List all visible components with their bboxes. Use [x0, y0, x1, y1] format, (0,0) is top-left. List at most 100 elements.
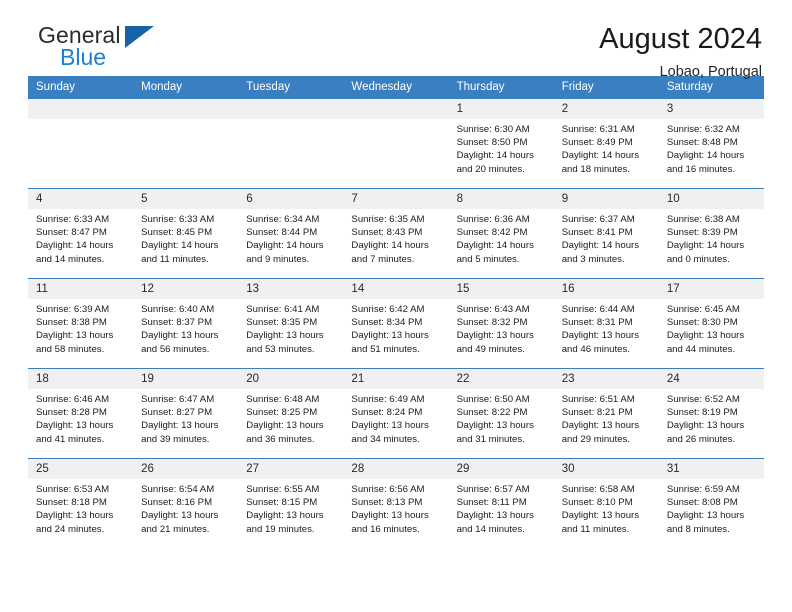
- calendar-week-row: 11 Sunrise: 6:39 AM Sunset: 8:38 PM Dayligh…: [28, 278, 764, 369]
- calendar-day-cell[interactable]: 28 Sunrise: 6:56 AM Sunset: 8:13 PM Dayligh…: [343, 458, 449, 548]
- day-cell: 29 Sunrise: 6:57 AM Sunset: 8:11 PM Dayligh…: [448, 459, 554, 548]
- sunset-time: Sunset: 8:47 PM: [36, 227, 107, 239]
- sunrise-time: Sunrise: 6:40 AM: [141, 304, 215, 315]
- day-number: 27: [238, 459, 344, 479]
- day-cell: 27 Sunrise: 6:55 AM Sunset: 8:15 PM Dayligh…: [238, 459, 344, 548]
- calendar-day-cell[interactable]: 14 Sunrise: 6:42 AM Sunset: 8:34 PM Dayligh…: [343, 278, 449, 369]
- day-number: 31: [658, 459, 764, 479]
- day-cell: 24 Sunrise: 6:52 AM Sunset: 8:19 PM Dayligh…: [658, 369, 764, 458]
- day-cell: 8 Sunrise: 6:36 AM Sunset: 8:42 PM Daylight…: [448, 189, 554, 278]
- calendar-day-cell[interactable]: 13 Sunrise: 6:41 AM Sunset: 8:35 PM Dayligh…: [238, 278, 344, 369]
- sunrise-time: Sunrise: 6:46 AM: [36, 394, 110, 405]
- day-number: [238, 99, 344, 119]
- daylight-duration-line-1: Daylight: 13 hours: [246, 420, 324, 432]
- daylight-duration-line-1: Daylight: 14 hours: [351, 240, 429, 252]
- calendar-day-cell[interactable]: 22 Sunrise: 6:50 AM Sunset: 8:22 PM Dayligh…: [448, 368, 554, 459]
- page-title: August 2024: [599, 23, 762, 55]
- day-details: Sunrise: 6:32 AM Sunset: 8:48 PM Daylight:…: [659, 119, 764, 176]
- sunset-time: Sunset: 8:49 PM: [561, 137, 633, 149]
- day-number: 3: [658, 99, 764, 119]
- daylight-duration-line-2: and 5 minutes.: [456, 253, 520, 265]
- calendar-day-cell[interactable]: [133, 99, 239, 189]
- sunrise-time: Sunrise: 6:31 AM: [561, 124, 635, 135]
- day-cell: 28 Sunrise: 6:56 AM Sunset: 8:13 PM Dayligh…: [343, 459, 449, 548]
- sunrise-time: Sunrise: 6:44 AM: [561, 304, 635, 315]
- calendar-day-cell[interactable]: 17 Sunrise: 6:45 AM Sunset: 8:30 PM Dayligh…: [658, 278, 764, 369]
- weekday-header-wednesday: Wednesday: [343, 76, 449, 99]
- day-details: Sunrise: 6:54 AM Sunset: 8:16 PM Daylight:…: [133, 479, 238, 536]
- calendar-day-cell[interactable]: 8 Sunrise: 6:36 AM Sunset: 8:42 PM Daylight…: [448, 188, 554, 279]
- calendar-day-cell[interactable]: [238, 99, 344, 189]
- sunset-time: Sunset: 8:18 PM: [36, 497, 107, 509]
- calendar-day-cell[interactable]: 24 Sunrise: 6:52 AM Sunset: 8:19 PM Dayligh…: [658, 368, 764, 459]
- daylight-duration-line-1: Daylight: 13 hours: [246, 330, 324, 342]
- sunrise-time: Sunrise: 6:47 AM: [141, 394, 215, 405]
- sunrise-time: Sunrise: 6:51 AM: [561, 394, 635, 405]
- day-details: Sunrise: 6:31 AM Sunset: 8:49 PM Daylight:…: [554, 119, 659, 176]
- calendar-day-cell[interactable]: [28, 99, 134, 189]
- day-number: 23: [553, 369, 659, 389]
- calendar-day-cell[interactable]: 21 Sunrise: 6:49 AM Sunset: 8:24 PM Dayligh…: [343, 368, 449, 459]
- calendar-day-cell[interactable]: 1 Sunrise: 6:30 AM Sunset: 8:50 PM Daylight…: [448, 99, 554, 189]
- day-details: Sunrise: 6:50 AM Sunset: 8:22 PM Daylight:…: [449, 389, 554, 446]
- calendar-day-cell[interactable]: 30 Sunrise: 6:58 AM Sunset: 8:10 PM Dayligh…: [553, 458, 659, 548]
- daylight-duration-line-2: and 41 minutes.: [36, 433, 105, 445]
- calendar-day-cell[interactable]: 18 Sunrise: 6:46 AM Sunset: 8:28 PM Dayligh…: [28, 368, 134, 459]
- sunrise-time: Sunrise: 6:43 AM: [456, 304, 530, 315]
- calendar-day-cell[interactable]: 4 Sunrise: 6:33 AM Sunset: 8:47 PM Daylight…: [28, 188, 134, 279]
- calendar-day-cell[interactable]: 23 Sunrise: 6:51 AM Sunset: 8:21 PM Dayligh…: [553, 368, 659, 459]
- day-cell-empty: [28, 99, 134, 188]
- calendar-day-cell[interactable]: 10 Sunrise: 6:38 AM Sunset: 8:39 PM Dayligh…: [658, 188, 764, 279]
- calendar-day-cell[interactable]: 7 Sunrise: 6:35 AM Sunset: 8:43 PM Daylight…: [343, 188, 449, 279]
- day-number: 8: [448, 189, 554, 209]
- daylight-duration-line-2: and 3 minutes.: [561, 253, 625, 265]
- day-cell: 19 Sunrise: 6:47 AM Sunset: 8:27 PM Dayligh…: [133, 369, 239, 458]
- calendar-day-cell[interactable]: 16 Sunrise: 6:44 AM Sunset: 8:31 PM Dayligh…: [553, 278, 659, 369]
- calendar-day-cell[interactable]: 5 Sunrise: 6:33 AM Sunset: 8:45 PM Daylight…: [133, 188, 239, 279]
- day-number: 1: [448, 99, 554, 119]
- calendar-day-cell[interactable]: [343, 99, 449, 189]
- day-number: 28: [343, 459, 449, 479]
- day-cell: 11 Sunrise: 6:39 AM Sunset: 8:38 PM Dayligh…: [28, 279, 134, 368]
- daylight-duration-line-1: Daylight: 14 hours: [141, 240, 219, 252]
- daylight-duration-line-1: Daylight: 14 hours: [456, 150, 534, 162]
- sunset-time: Sunset: 8:48 PM: [666, 137, 738, 149]
- sunrise-time: Sunrise: 6:54 AM: [141, 484, 215, 495]
- sunrise-time: Sunrise: 6:59 AM: [666, 484, 740, 495]
- daylight-duration-line-1: Daylight: 13 hours: [456, 510, 534, 522]
- day-details: [343, 119, 448, 123]
- calendar-day-cell[interactable]: 31 Sunrise: 6:59 AM Sunset: 8:08 PM Dayligh…: [658, 458, 764, 548]
- sunrise-time: Sunrise: 6:33 AM: [36, 214, 110, 225]
- sunset-time: Sunset: 8:34 PM: [351, 317, 423, 329]
- calendar-day-cell[interactable]: 11 Sunrise: 6:39 AM Sunset: 8:38 PM Dayligh…: [28, 278, 134, 369]
- general-blue-logo[interactable]: General Blue: [28, 22, 178, 74]
- calendar-day-cell[interactable]: 27 Sunrise: 6:55 AM Sunset: 8:15 PM Dayligh…: [238, 458, 344, 548]
- day-details: Sunrise: 6:47 AM Sunset: 8:27 PM Daylight:…: [133, 389, 238, 446]
- day-cell-empty: [343, 99, 449, 188]
- calendar-day-cell[interactable]: 6 Sunrise: 6:34 AM Sunset: 8:44 PM Daylight…: [238, 188, 344, 279]
- calendar-day-cell[interactable]: 12 Sunrise: 6:40 AM Sunset: 8:37 PM Dayligh…: [133, 278, 239, 369]
- calendar-day-cell[interactable]: 26 Sunrise: 6:54 AM Sunset: 8:16 PM Dayligh…: [133, 458, 239, 548]
- sunset-time: Sunset: 8:21 PM: [561, 407, 633, 419]
- calendar-page: General Blue August 2024 Lobao, Portugal…: [0, 0, 792, 612]
- sunrise-time: Sunrise: 6:30 AM: [456, 124, 530, 135]
- sunset-time: Sunset: 8:32 PM: [456, 317, 528, 329]
- sunrise-time: Sunrise: 6:57 AM: [456, 484, 530, 495]
- day-number: 15: [448, 279, 554, 299]
- daylight-duration-line-2: and 11 minutes.: [561, 523, 630, 535]
- daylight-duration-line-1: Daylight: 13 hours: [456, 420, 534, 432]
- calendar-day-cell[interactable]: 3 Sunrise: 6:32 AM Sunset: 8:48 PM Daylight…: [658, 99, 764, 189]
- sunset-time: Sunset: 8:15 PM: [246, 497, 318, 509]
- daylight-duration-line-2: and 16 minutes.: [666, 163, 736, 175]
- calendar-day-cell[interactable]: 25 Sunrise: 6:53 AM Sunset: 8:18 PM Dayligh…: [28, 458, 134, 548]
- calendar-day-cell[interactable]: 15 Sunrise: 6:43 AM Sunset: 8:32 PM Dayligh…: [448, 278, 554, 369]
- weekday-header-monday: Monday: [133, 76, 239, 99]
- calendar-day-cell[interactable]: 19 Sunrise: 6:47 AM Sunset: 8:27 PM Dayligh…: [133, 368, 239, 459]
- calendar-day-cell[interactable]: 9 Sunrise: 6:37 AM Sunset: 8:41 PM Daylight…: [553, 188, 659, 279]
- page-subtitle: Lobao, Portugal: [659, 64, 762, 80]
- calendar-day-cell[interactable]: 2 Sunrise: 6:31 AM Sunset: 8:49 PM Daylight…: [553, 99, 659, 189]
- day-details: Sunrise: 6:51 AM Sunset: 8:21 PM Daylight:…: [554, 389, 659, 446]
- sunrise-time: Sunrise: 6:33 AM: [141, 214, 215, 225]
- calendar-day-cell[interactable]: 29 Sunrise: 6:57 AM Sunset: 8:11 PM Dayligh…: [448, 458, 554, 548]
- calendar-day-cell[interactable]: 20 Sunrise: 6:48 AM Sunset: 8:25 PM Dayligh…: [238, 368, 344, 459]
